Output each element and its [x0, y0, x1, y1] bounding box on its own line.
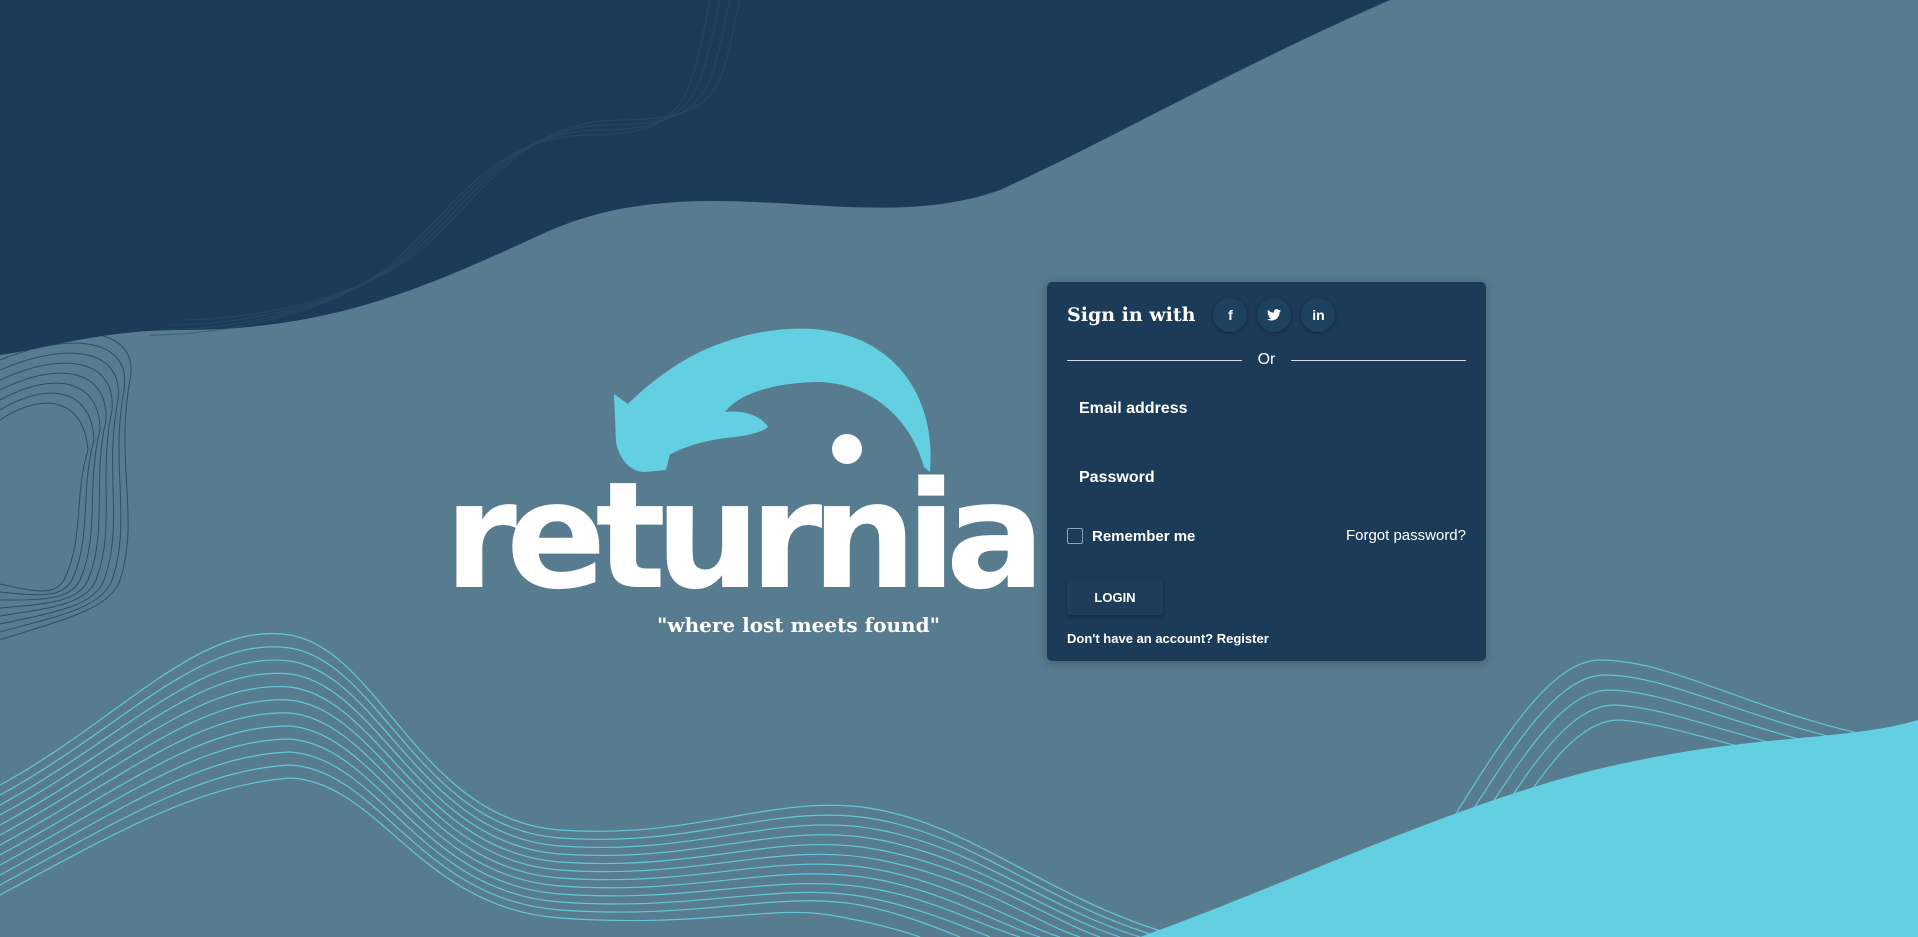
- linkedin-button[interactable]: in: [1301, 298, 1336, 332]
- forgot-password-link[interactable]: Forgot password?: [1346, 527, 1466, 544]
- tagline: "where lost meets found": [656, 613, 940, 637]
- facebook-icon: f: [1228, 307, 1233, 323]
- signin-label: Sign in with: [1067, 304, 1196, 326]
- twitter-icon: [1267, 309, 1282, 321]
- remember-me-checkbox[interactable]: [1067, 528, 1083, 544]
- remember-me[interactable]: Remember me: [1067, 525, 1195, 547]
- password-field-wrapper: [1067, 456, 1466, 500]
- login-card: Sign in with f in Or Re: [1047, 282, 1486, 661]
- email-field-wrapper: [1067, 387, 1466, 431]
- wordmark-dot: [832, 434, 862, 464]
- brand-logo: returnia: [440, 322, 1045, 610]
- wordmark: returnia: [444, 450, 1045, 622]
- linkedin-icon: in: [1312, 307, 1325, 323]
- remember-me-label: Remember me: [1092, 527, 1196, 545]
- or-divider: Or: [1067, 350, 1466, 370]
- social-signin-row: Sign in with f in: [1067, 298, 1345, 332]
- login-page: returnia "where lost meets found" Sign i…: [0, 0, 1918, 937]
- register-link[interactable]: Register: [1217, 631, 1269, 646]
- register-line: Don't have an account? Register: [1067, 631, 1269, 646]
- login-button[interactable]: LOGIN: [1067, 579, 1163, 615]
- password-field[interactable]: [1067, 456, 1466, 500]
- register-prompt: Don't have an account?: [1067, 631, 1217, 646]
- facebook-button[interactable]: f: [1213, 298, 1248, 332]
- twitter-button[interactable]: [1257, 298, 1292, 332]
- email-field[interactable]: [1067, 387, 1466, 431]
- divider-line-right: [1291, 360, 1466, 361]
